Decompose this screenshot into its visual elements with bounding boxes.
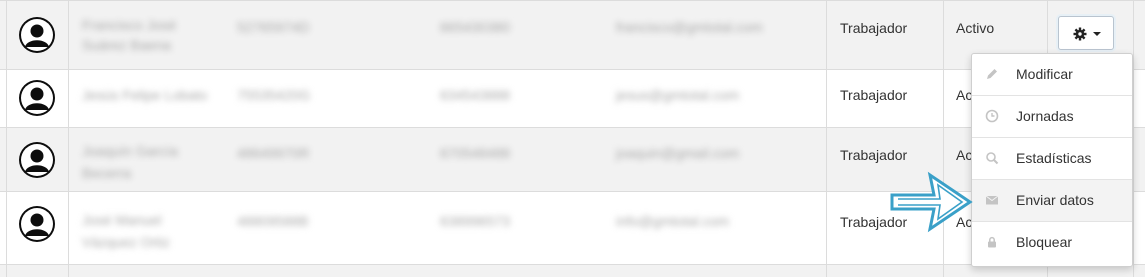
menu-item-enviar-datos[interactable]: Enviar datos (972, 180, 1132, 222)
user-phone: 638996573 (440, 213, 511, 229)
user-email: joaquin@gmail.com (616, 145, 740, 161)
user-status: Activo (956, 20, 995, 36)
actions-dropdown-button[interactable] (1058, 16, 1114, 50)
user-name-line2: Suárez Baena (82, 37, 171, 53)
user-name: José Manuel (82, 212, 162, 228)
user-phone: 665430380 (440, 19, 511, 35)
user-dni: 75535420G (237, 87, 311, 103)
user-dni: 48809588B (237, 213, 309, 229)
clock-icon (985, 109, 999, 123)
user-name: Joaquín García (82, 143, 178, 159)
lock-icon (988, 236, 996, 248)
menu-item-bloquear[interactable]: Bloquear (972, 222, 1132, 263)
envelope-icon (985, 195, 999, 205)
menu-item-label: Enviar datos (1016, 192, 1094, 208)
arrow-right-icon (890, 171, 973, 233)
user-name: Jesús Felipe Lobato (82, 87, 208, 103)
user-email: francisco@gmtotal.com (616, 19, 763, 35)
user-dni: 48649970R (237, 145, 310, 161)
user-email: info@gmtotal.com (616, 213, 730, 229)
menu-item-modificar[interactable]: Modificar (972, 54, 1132, 96)
user-phone: 634543888 (440, 87, 511, 103)
caret-down-icon (1093, 32, 1101, 36)
gear-icon (1073, 27, 1087, 41)
user-role: Trabajador (840, 147, 908, 163)
menu-item-estadisticas[interactable]: Estadísticas (972, 138, 1132, 180)
user-email: jesus@gmtotal.com (616, 87, 740, 103)
avatar (19, 206, 55, 242)
user-name: Francisco José (82, 17, 177, 33)
menu-item-jornadas[interactable]: Jornadas (972, 96, 1132, 138)
user-name-line2: Becerra (82, 165, 132, 181)
search-icon (986, 152, 999, 165)
menu-item-label: Bloquear (1016, 234, 1073, 250)
user-name-line2: Vázquez Ortiz (82, 234, 170, 250)
menu-item-label: Jornadas (1016, 108, 1074, 124)
actions-menu: Modificar Jornadas Estadísticas Enviar d… (971, 53, 1133, 267)
pencil-icon (987, 69, 997, 79)
avatar (19, 17, 55, 53)
user-status: Ac (956, 87, 973, 103)
user-phone: 670548488 (440, 145, 511, 161)
user-role: Trabajador (840, 20, 908, 36)
avatar (19, 80, 55, 116)
avatar (19, 142, 55, 178)
user-status: Ac (956, 147, 973, 163)
user-dni: 52765974D (237, 19, 310, 35)
user-role: Trabajador (840, 87, 908, 103)
menu-item-label: Estadísticas (1016, 150, 1092, 166)
menu-item-label: Modificar (1016, 66, 1073, 82)
